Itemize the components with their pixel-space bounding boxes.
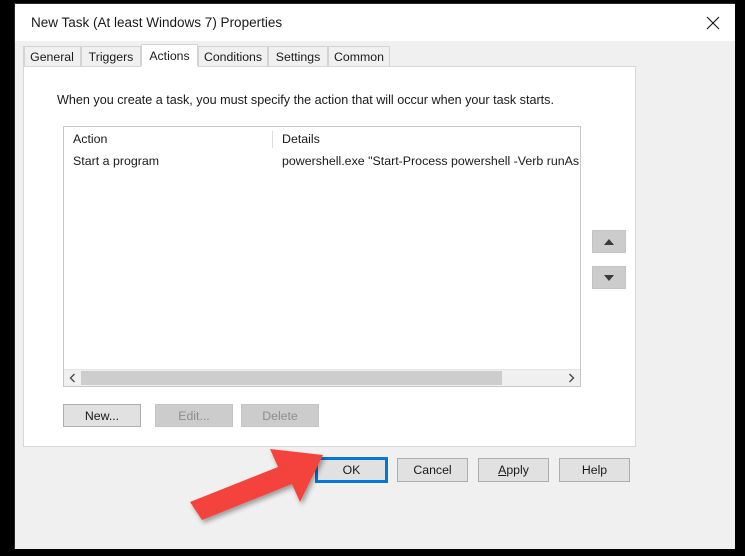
- actions-description: When you create a task, you must specify…: [57, 93, 554, 107]
- tab-conditions[interactable]: Conditions: [198, 46, 268, 66]
- actions-tab-panel: When you create a task, you must specify…: [23, 66, 636, 447]
- close-icon[interactable]: [690, 4, 735, 41]
- help-button[interactable]: Help: [559, 458, 630, 482]
- actions-list[interactable]: Action Details Start a program powershel…: [63, 126, 583, 387]
- scrollbar-thumb[interactable]: [81, 371, 502, 385]
- screenshot-canvas: New Task (At least Windows 7) Properties…: [0, 0, 745, 556]
- column-header-action[interactable]: Action: [64, 127, 272, 151]
- move-up-button[interactable]: [592, 230, 626, 253]
- list-header-row: Action Details: [64, 127, 580, 151]
- tab-actions[interactable]: Actions: [141, 44, 198, 67]
- delete-button[interactable]: Delete: [241, 404, 319, 427]
- edit-button[interactable]: Edit...: [155, 404, 233, 427]
- table-row[interactable]: Start a program powershell.exe "Start-Pr…: [64, 151, 583, 171]
- apply-button[interactable]: Apply: [478, 458, 549, 482]
- tab-general[interactable]: General: [23, 46, 81, 66]
- tab-strip: General Triggers Actions Conditions Sett…: [23, 44, 735, 67]
- chevron-right-icon[interactable]: [563, 370, 580, 386]
- cell-action: Start a program: [73, 154, 160, 168]
- chevron-left-icon[interactable]: [64, 370, 81, 386]
- ok-button[interactable]: OK: [315, 457, 388, 483]
- horizontal-scrollbar[interactable]: [64, 369, 580, 386]
- tab-spacer: [23, 46, 25, 66]
- tab-common[interactable]: Common: [328, 46, 390, 66]
- task-properties-dialog: New Task (At least Windows 7) Properties…: [14, 3, 735, 549]
- cancel-button[interactable]: Cancel: [397, 458, 468, 482]
- tab-settings[interactable]: Settings: [268, 46, 328, 66]
- tab-triggers[interactable]: Triggers: [81, 46, 141, 66]
- window-title: New Task (At least Windows 7) Properties: [31, 15, 283, 30]
- apply-label-rest: pply: [506, 463, 529, 477]
- title-bar: New Task (At least Windows 7) Properties: [15, 4, 735, 41]
- arrow-down-icon: [604, 274, 614, 281]
- column-header-details[interactable]: Details: [273, 127, 580, 151]
- cell-details: powershell.exe "Start-Process powershell…: [282, 154, 583, 168]
- apply-mnemonic: A: [498, 463, 507, 477]
- new-button[interactable]: New...: [63, 404, 141, 427]
- move-down-button[interactable]: [592, 266, 626, 289]
- arrow-up-icon: [604, 238, 614, 245]
